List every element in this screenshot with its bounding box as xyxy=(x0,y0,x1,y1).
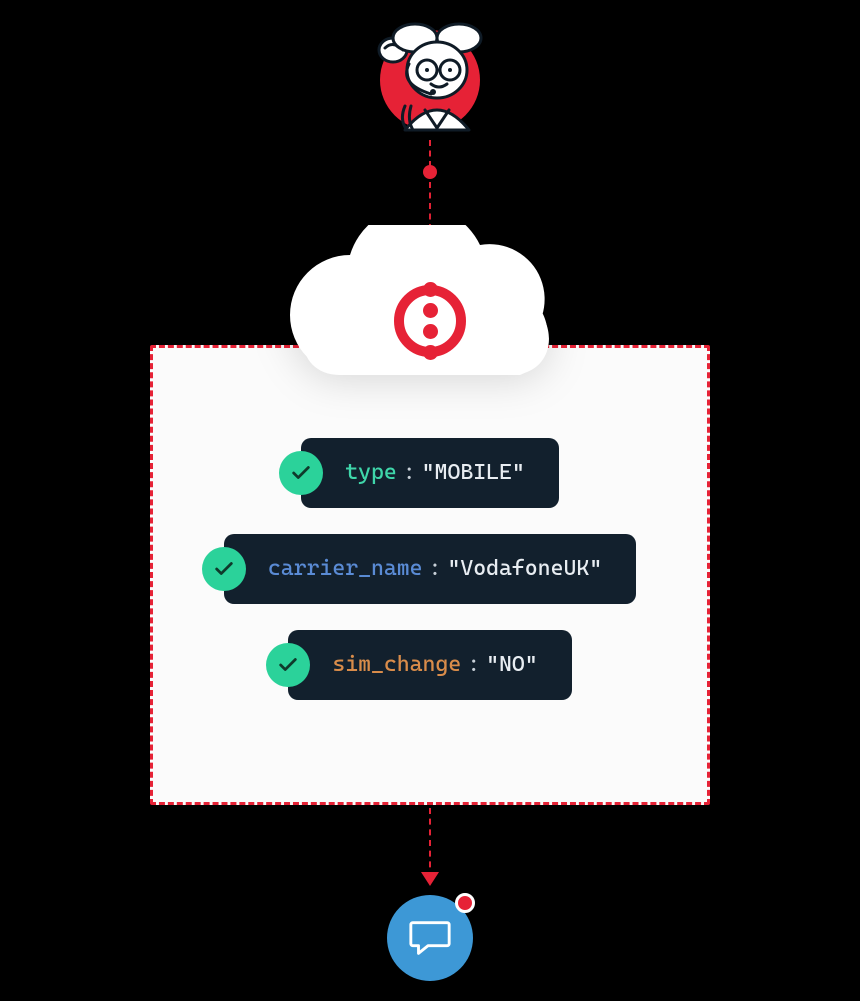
check-icon xyxy=(266,643,310,687)
chat-node xyxy=(387,895,473,981)
result-row-sim-change: sim_change: "NO" xyxy=(288,630,571,700)
code-value: "MOBILE" xyxy=(422,462,525,484)
code-value: "NO" xyxy=(486,654,538,676)
lookup-result-panel: type: "MOBILE" carrier_name: "VodafoneUK… xyxy=(150,345,710,805)
code-key: type xyxy=(345,462,397,484)
cloud-node xyxy=(270,225,590,405)
connector-top-dot xyxy=(423,165,437,179)
code-pill: sim_change: "NO" xyxy=(288,630,571,700)
notification-dot-icon xyxy=(455,893,475,913)
agent-avatar xyxy=(365,10,495,140)
agent-avatar-illustration xyxy=(365,10,495,140)
code-pill: type: "MOBILE" xyxy=(301,438,559,508)
result-row-type: type: "MOBILE" xyxy=(301,438,559,508)
logo-dot xyxy=(423,303,438,318)
code-colon: : xyxy=(403,462,416,484)
check-icon xyxy=(279,451,323,495)
logo-dot xyxy=(423,345,438,360)
arrow-down-icon xyxy=(421,872,439,886)
result-row-carrier: carrier_name: "VodafoneUK" xyxy=(224,534,636,604)
code-pill: carrier_name: "VodafoneUK" xyxy=(224,534,636,604)
check-icon xyxy=(202,547,246,591)
code-colon: : xyxy=(467,654,480,676)
code-key: carrier_name xyxy=(268,558,423,580)
chat-bubble-icon xyxy=(407,915,453,961)
code-colon: : xyxy=(429,558,442,580)
code-value: "VodafoneUK" xyxy=(447,558,602,580)
diagram-canvas: type: "MOBILE" carrier_name: "VodafoneUK… xyxy=(0,0,860,1001)
logo-dot xyxy=(423,282,438,297)
twilio-logo-icon xyxy=(394,285,466,357)
logo-dot xyxy=(423,324,438,339)
connector-bottom-line xyxy=(429,808,431,878)
connector-top-line xyxy=(429,140,431,230)
code-key: sim_change xyxy=(332,654,461,676)
